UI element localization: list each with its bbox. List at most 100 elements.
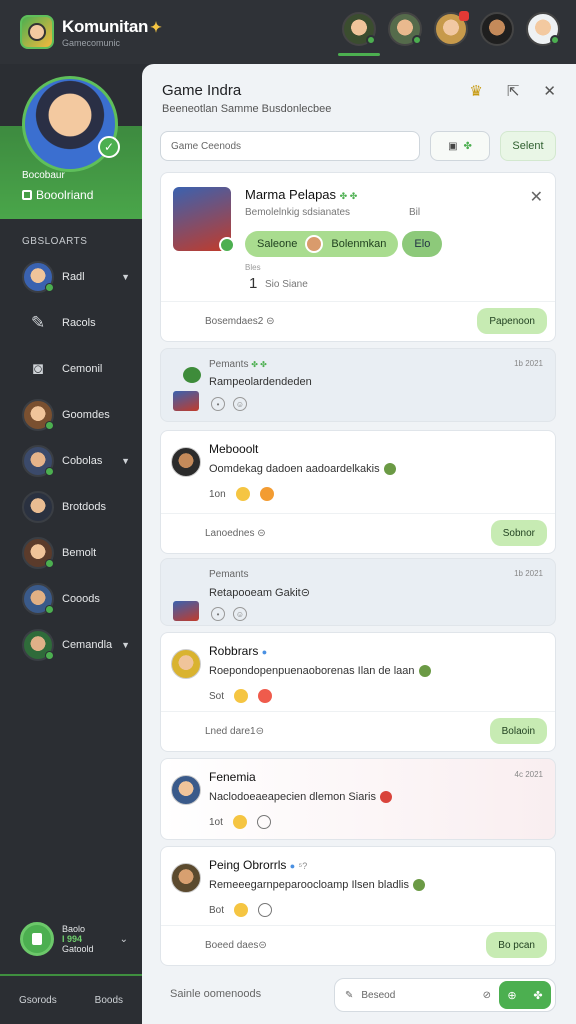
sidebar-item[interactable]: Cobolas ▼ [0,438,142,484]
attach-icon[interactable]: ⊘ [483,990,491,1001]
activity-text: Rampeolardendeden [209,376,312,388]
sidebar-item[interactable]: Radl ▼ [0,254,142,300]
app-subtitle: Gamecomunic [62,37,121,48]
share-icon[interactable]: ⇱ [507,82,520,100]
profile-status: Booolriand [22,188,93,202]
search-row: Game Ceenods ▣ ✤ Selent [160,131,556,161]
reaction-icon[interactable] [256,815,271,829]
avatar [173,391,199,411]
close-icon[interactable]: ✕ [543,82,556,100]
reaction-icon[interactable]: ☺ [233,607,247,621]
sidebar-footer: Gsorods Boods [0,974,142,1024]
laugh-emoji-icon[interactable] [259,487,274,501]
sidebar-bottom-card[interactable]: Baolo I 994 Gatoold ⌄ [0,908,142,970]
card-footer: Bosemdaes2 ⊝ Papenoon [161,301,555,341]
post-text: Naclodoeaeapecien dlemon Siaris [209,791,392,804]
reaction-icon[interactable]: ☺ [233,397,247,411]
sidebar-item[interactable]: ◙ Cemonil [0,346,142,392]
sidebar: ✓ Bocobaur Booolriand GBSLOARTS Radl ▼ ✎… [0,64,142,1024]
profile-card[interactable]: ✓ Bocobaur Booolriand [0,64,142,219]
reaction-icon[interactable]: • [211,397,225,411]
top-avatars [338,11,560,56]
verified-check-icon: ✓ [98,136,120,158]
search-input[interactable]: Game Ceenods [160,131,420,161]
activity-title: Pemants [209,569,249,580]
smile-emoji-icon[interactable] [234,689,249,703]
chevron-down-icon[interactable]: ▼ [121,272,130,282]
featured-count-label: Sio Siane [265,279,308,290]
chevron-down-icon[interactable]: ▼ [121,456,130,466]
leaf-icon: ✤ [463,140,472,152]
footer-link-right[interactable]: Boods [95,995,123,1006]
footer-label: Lanoednes ⊝ [205,528,266,539]
post-card[interactable]: Peing Obrorrls ● ⁵? Remeeegarnpeparooclo… [160,846,556,966]
activity-card[interactable]: Pemants 1b 2021 Retapooeam Gakit⊝ • ☺ [160,558,556,626]
pill-button[interactable]: Saleone Bolenmkan [245,231,399,257]
avatar [22,261,54,293]
crown-icon[interactable]: ♛ [469,82,482,100]
smile-emoji-icon[interactable] [235,487,250,501]
action-button[interactable]: Bo pcan [486,932,547,958]
post-text: Oomdekag dadoen aadoardelkakis [209,463,396,476]
camera-icon: ◙ [32,359,44,378]
avatar [171,775,201,805]
bottom-bar: Sainle oomenoods ✎ Beseod ⊘ ⊕ ✤ [160,978,556,1012]
top-avatar[interactable] [388,12,422,46]
activity-time: 1b 2021 [514,359,543,368]
filter-button[interactable]: ▣ ✤ [430,131,490,161]
app-title: Komunitan ✦ [62,16,162,36]
compose-input[interactable]: ✎ Beseod ⊘ ⊕ ✤ [334,978,556,1012]
footer-link-left[interactable]: Gsorods [19,995,57,1006]
top-avatar[interactable] [338,12,380,56]
sidebar-item[interactable]: ✎ Racols [0,300,142,346]
sidebar-item[interactable]: Cemandla ▼ [0,622,142,668]
action-button[interactable]: Papenoon [477,308,547,334]
verified-icon: ● [289,861,296,871]
avatar [171,649,201,679]
featured-card[interactable]: Marma Pelapas ✤ ✤ Bemolelnkig sdsianates… [160,172,556,342]
post-reactions: Bot [209,903,273,917]
card-footer: Lanoednes ⊝ Sobnor [161,513,555,553]
close-icon[interactable]: ✕ [530,187,543,207]
reaction-icon[interactable] [258,903,273,917]
reaction-icon[interactable]: • [211,607,225,621]
smile-emoji-icon[interactable] [232,815,247,829]
sidebar-item[interactable]: Bemolt [0,530,142,576]
mention-icon: ⁵? [298,861,308,871]
app-logo [20,15,54,49]
post-card[interactable]: Fenemia 4c 2021 Naclodoeaeapecien dlemon… [160,758,556,840]
send-button[interactable]: ⊕ ✤ [499,981,551,1009]
top-avatar-self[interactable] [526,12,560,46]
pill-button[interactable]: Elo [402,231,443,257]
select-button[interactable]: Selent [500,131,556,161]
card-footer: Lned dare1⊝ Bolaoin [161,711,555,751]
action-button[interactable]: Bolaoin [489,718,547,744]
post-card[interactable]: Robbrars ● Roepondopenpuenaoborenas Ilan… [160,632,556,752]
sidebar-list: Radl ▼ ✎ Racols ◙ Cemonil Goomdes Cobola… [0,254,142,668]
profile-avatar[interactable] [22,76,118,172]
action-button[interactable]: Sobnor [490,520,547,546]
activity-text: Retapooeam Gakit⊝ [209,587,310,599]
page-subtitle: Beeneotlan Samme Busdonlecbee [162,103,332,115]
top-avatar[interactable] [434,11,469,46]
online-dot-icon [219,237,235,253]
chevron-down-icon[interactable]: ▼ [121,640,130,650]
sidebar-item[interactable]: Goomdes [0,392,142,438]
smile-emoji-icon[interactable] [234,903,249,917]
emoji-icon [412,879,425,892]
angry-emoji-icon[interactable] [258,689,273,703]
featured-avatar[interactable] [173,187,235,253]
emoji-icon [418,665,431,678]
avatar [171,447,201,477]
profile-name: Bocobaur [22,170,65,181]
chevron-down-icon[interactable]: ⌄ [120,934,128,945]
sidebar-item[interactable]: Cooods [0,576,142,622]
sidebar-item[interactable]: Brotdods [0,484,142,530]
activity-title: Pemants ✤ ✤ [209,359,267,370]
post-card[interactable]: Mebooolt Oomdekag dadoen aadoardelkakis … [160,430,556,554]
activity-card[interactable]: Pemants ✤ ✤ 1b 2021 Rampeolardendeden • ☺ [160,348,556,422]
bookmark-icon[interactable] [20,922,54,956]
post-text: Roepondopenpuenaoborenas Ilan de laan [209,665,431,678]
post-time: 4c 2021 [514,770,543,779]
top-avatar[interactable] [480,12,514,46]
